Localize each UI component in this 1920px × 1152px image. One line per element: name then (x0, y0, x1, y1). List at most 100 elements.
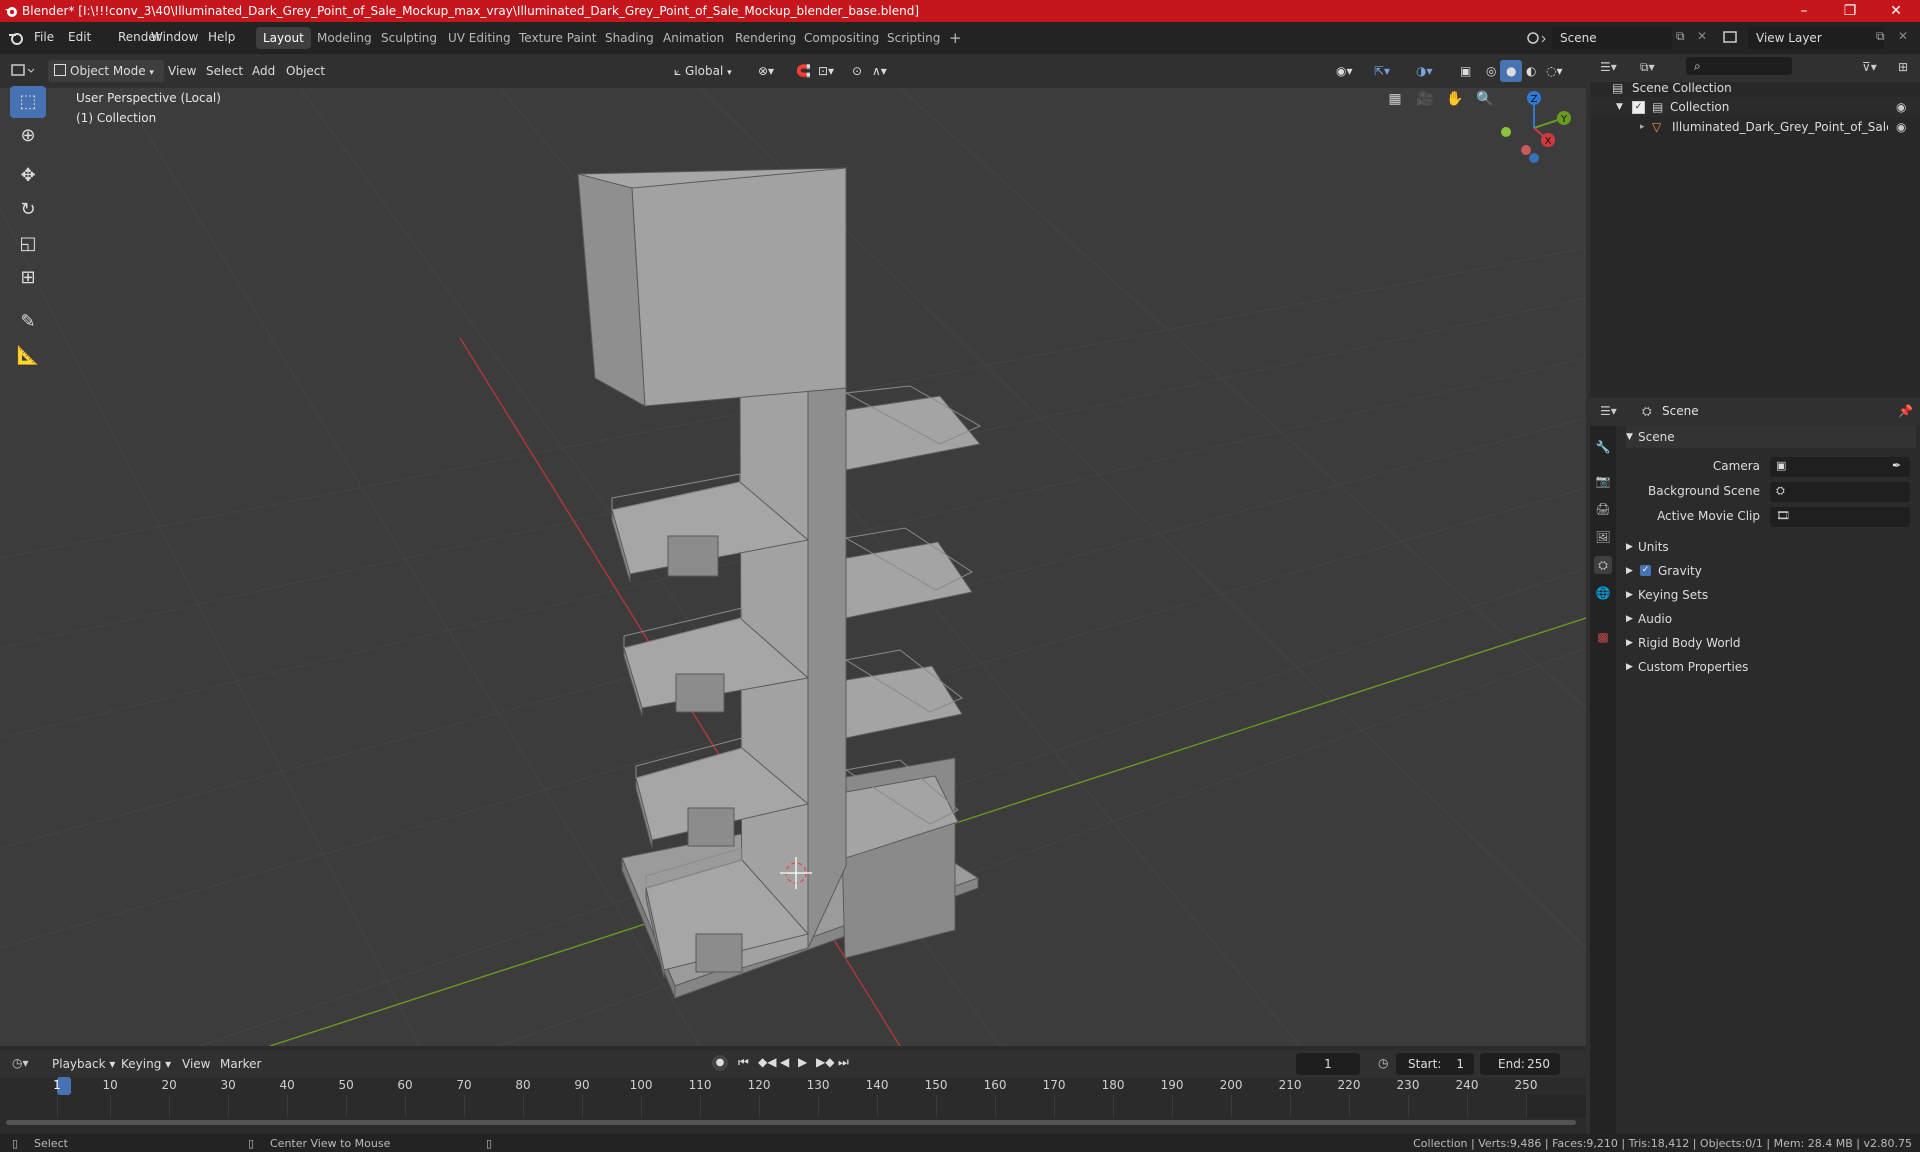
new-view-layer-icon[interactable]: ⧉ (1876, 29, 1885, 44)
new-scene-icon[interactable]: ⧉ (1676, 29, 1685, 44)
close-button[interactable]: ✕ (1873, 0, 1919, 22)
pos-display-model[interactable] (577, 167, 982, 999)
preview-range-icon[interactable]: ◷ (1378, 1056, 1388, 1070)
tab-shading[interactable]: Shading (598, 27, 661, 49)
tool-tab-icon[interactable]: 🔧 (1594, 438, 1612, 456)
active-movie-clip-field[interactable]: 🎞 (1770, 507, 1910, 527)
move-tool-icon[interactable]: ✥ (10, 160, 46, 192)
menu-keying[interactable]: Keying ▾ (115, 1053, 177, 1075)
tab-layout[interactable]: Layout (256, 27, 311, 49)
add-workspace-button[interactable]: + (942, 27, 969, 49)
editor-type-icon[interactable] (10, 62, 36, 80)
outliner-row-collection[interactable]: ▼ ✓ ▤ Collection ◉ (1590, 97, 1920, 117)
display-mode-icon[interactable]: ⧉▾ (1640, 60, 1655, 75)
rotate-tool-icon[interactable]: ↻ (10, 194, 46, 226)
neg-x-axis-icon[interactable] (1521, 145, 1531, 155)
menu-add[interactable]: Add (246, 60, 281, 82)
visibility-eye-icon[interactable]: ◉ (1896, 97, 1906, 117)
tab-compositing[interactable]: Compositing (797, 27, 886, 49)
transform-orientation-selector[interactable]: ⟀ Global ▾ (668, 60, 752, 82)
pin-icon[interactable]: 📌 (1898, 404, 1913, 418)
properties-editor-type-icon[interactable]: ☰▾ (1600, 404, 1617, 418)
falloff-icon[interactable]: ∧▾ (866, 60, 893, 82)
measure-tool-icon[interactable]: 📐 (10, 340, 46, 372)
visibility-icon[interactable]: ◉▾ (1330, 60, 1359, 82)
tab-scripting[interactable]: Scripting (880, 27, 947, 49)
3d-viewport[interactable]: User Perspective (Local) (1) Collection … (0, 88, 1586, 1046)
delete-view-layer-icon[interactable]: ✕ (1898, 29, 1908, 43)
units-section[interactable]: ▶ Units (1626, 536, 1916, 558)
outliner-search-input[interactable]: ⌕ (1686, 57, 1792, 75)
camera-view-icon[interactable]: 🎥 (1414, 88, 1436, 110)
mode-selector[interactable]: Object Mode ▾ (48, 60, 164, 82)
custom-properties-section[interactable]: ▶ Custom Properties (1626, 656, 1916, 678)
tab-sculpting[interactable]: Sculpting (374, 27, 444, 49)
expand-arrow-icon[interactable]: ▸ (1640, 117, 1645, 137)
tab-modeling[interactable]: Modeling (310, 27, 379, 49)
next-keyframe-icon[interactable]: ▶◆ (816, 1055, 834, 1069)
view-layer-icon[interactable] (1722, 29, 1744, 47)
record-icon[interactable]: ● (712, 1055, 728, 1071)
visibility-eye-icon[interactable]: ◉ (1896, 117, 1906, 137)
current-frame-field[interactable]: 1 (1296, 1053, 1360, 1075)
view-layer-tab-icon[interactable]: 🖼 (1594, 528, 1612, 546)
menu-playback[interactable]: Playback ▾ (46, 1053, 121, 1075)
start-frame-field[interactable]: Start: 1 (1396, 1053, 1474, 1075)
menu-marker[interactable]: Marker (214, 1053, 267, 1075)
annotate-tool-icon[interactable]: ✎ (10, 306, 46, 338)
tab-uv-editing[interactable]: UV Editing (441, 27, 518, 49)
snap-target-icon[interactable]: ⊡▾ (812, 60, 840, 82)
end-frame-field[interactable]: End: 250 (1480, 1053, 1560, 1075)
tab-animation[interactable]: Animation (656, 27, 731, 49)
texture-tab-icon[interactable]: ▩ (1594, 628, 1612, 646)
view-layer-selector[interactable]: View Layer (1748, 27, 1884, 49)
camera-field[interactable]: ▣ ✒ (1770, 457, 1910, 477)
blender-menu-icon[interactable] (8, 31, 24, 45)
timeline-editor-type-icon[interactable]: ◷▾ (12, 1056, 29, 1070)
timeline-scrollbar[interactable] (6, 1120, 1576, 1125)
navigation-gizmo[interactable]: Z Y X (1494, 88, 1574, 168)
minimize-button[interactable]: – (1781, 0, 1827, 22)
pan-hand-icon[interactable]: ✋ (1444, 88, 1466, 110)
keying-sets-section[interactable]: ▶ Keying Sets (1626, 584, 1916, 606)
new-collection-icon[interactable]: ⊞ (1898, 60, 1908, 74)
proportional-edit-icon[interactable]: ⊙ (846, 60, 868, 82)
audio-section[interactable]: ▶ Audio (1626, 608, 1916, 630)
menu-file[interactable]: File (34, 30, 54, 44)
delete-scene-icon[interactable]: ✕ (1697, 29, 1707, 43)
scene-tab-icon[interactable]: ⛭ (1594, 556, 1612, 574)
pivot-icon[interactable]: ⊗▾ (752, 60, 780, 82)
maximize-button[interactable]: ❐ (1827, 0, 1873, 22)
background-scene-field[interactable]: ⛭ (1770, 482, 1910, 502)
grid-view-icon[interactable]: ▦ (1384, 88, 1406, 110)
xray-icon[interactable]: ▣ (1454, 60, 1477, 82)
scene-selector[interactable]: Scene (1552, 27, 1672, 49)
world-tab-icon[interactable]: 🌐 (1594, 584, 1612, 602)
select-box-tool-icon[interactable]: ⬚ (10, 86, 46, 118)
scale-tool-icon[interactable]: ◱ (10, 228, 46, 260)
overlays-icon[interactable]: ◑▾ (1410, 60, 1439, 82)
gizmo-icon[interactable]: ⇱▾ (1368, 60, 1396, 82)
neg-z-axis-icon[interactable] (1529, 153, 1539, 163)
rigid-body-world-section[interactable]: ▶ Rigid Body World (1626, 632, 1916, 654)
collection-checkbox[interactable]: ✓ (1632, 101, 1645, 114)
cursor-tool-icon[interactable]: ⊕ (10, 120, 46, 152)
outliner-row-object[interactable]: ▸ ▽ Illuminated_Dark_Grey_Point_of_Sale_… (1590, 117, 1920, 137)
outliner-row-scene-collection[interactable]: ▤ Scene Collection (1590, 78, 1920, 98)
menu-view[interactable]: View (162, 60, 202, 82)
menu-timeline-view[interactable]: View (176, 1053, 216, 1075)
filter-icon[interactable]: ⊽▾ (1862, 60, 1877, 74)
menu-window[interactable]: Window (151, 30, 198, 44)
play-reverse-icon[interactable]: ◀ (780, 1055, 789, 1069)
eyedropper-icon[interactable]: ✒ (1892, 459, 1901, 472)
outliner-editor-type-icon[interactable]: ☰▾ (1600, 60, 1617, 74)
menu-edit[interactable]: Edit (68, 30, 91, 44)
expand-arrow-icon[interactable]: ▼ (1616, 97, 1623, 117)
play-icon[interactable]: ▶ (798, 1055, 807, 1069)
tab-rendering[interactable]: Rendering (728, 27, 803, 49)
menu-help[interactable]: Help (208, 30, 235, 44)
scene-panel-header[interactable]: ▼ Scene (1626, 426, 1916, 448)
menu-object[interactable]: Object (280, 60, 331, 82)
zoom-icon[interactable]: 🔍 (1474, 88, 1496, 110)
rendered-shading-icon[interactable]: ◌▾ (1540, 60, 1569, 82)
